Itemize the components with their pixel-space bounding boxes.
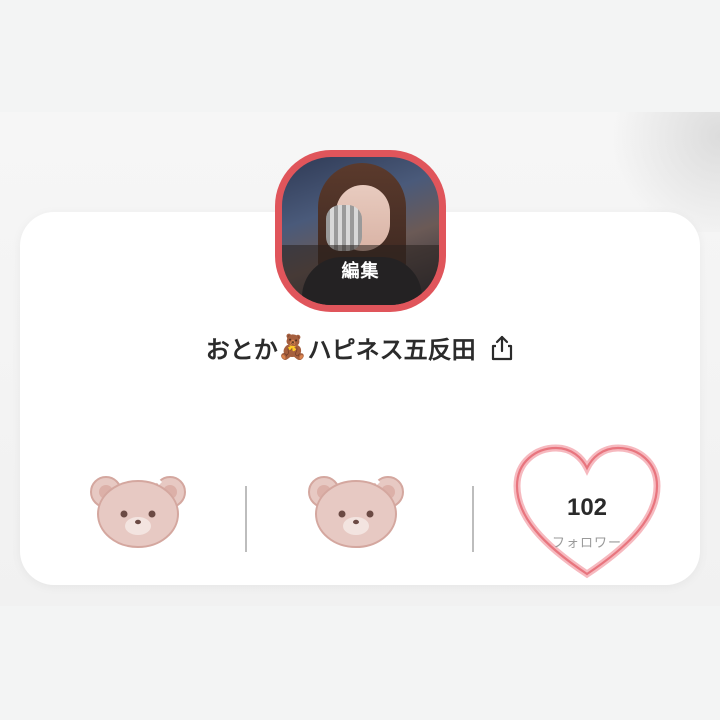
stat-divider [472,486,474,552]
bottom-background [0,606,720,720]
followers-stat[interactable]: 102 フォロワー [512,444,662,584]
avatar-photo: 編集 [282,157,439,305]
share-icon[interactable] [490,335,514,361]
followers-label: フォロワー [551,535,622,550]
avatar-edit-label: 編集 [341,261,380,281]
bear-icon[interactable] [88,470,188,550]
teddy-bear-emoji: 🧸 [277,334,308,361]
profile-name-row: おとか🧸ハピネス五反田 [0,330,720,365]
profile-name-part-2: ハピネス五反田 [307,337,476,364]
profile-name-part-1: おとか [205,337,278,364]
top-background [0,0,720,112]
avatar-edit-overlay[interactable]: 編集 [282,245,439,305]
bear-icon[interactable] [306,470,406,550]
stat-divider [245,486,247,552]
profile-avatar[interactable]: 編集 [275,150,446,312]
followers-count: 102 [566,494,608,521]
